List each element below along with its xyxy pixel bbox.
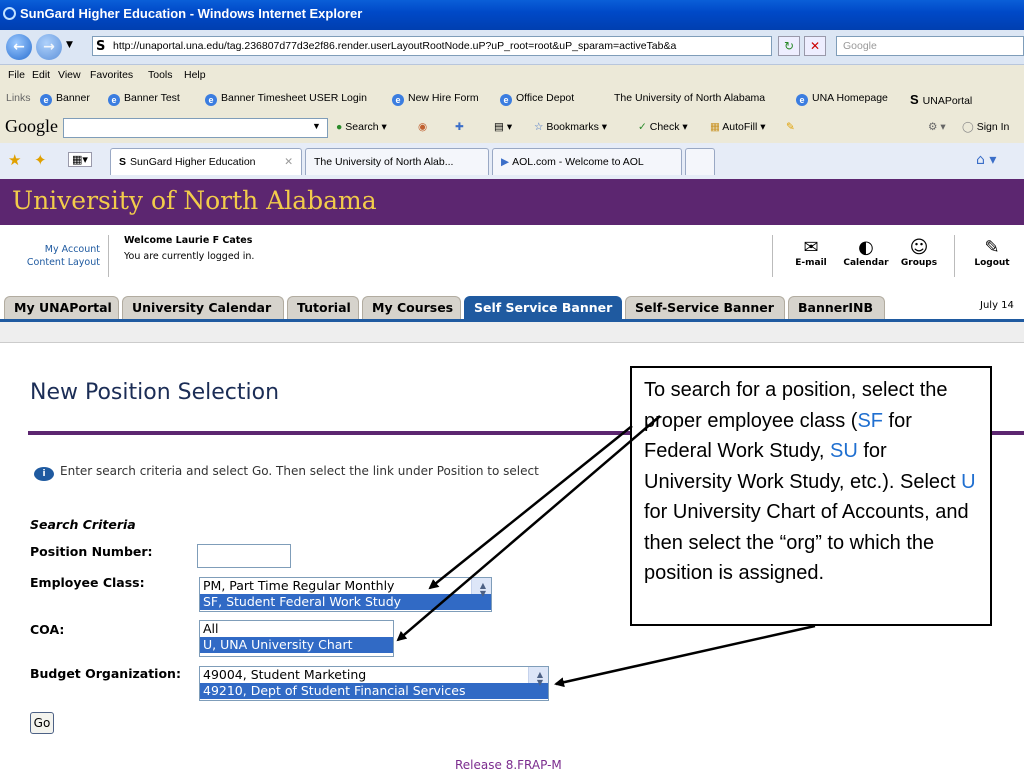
callout-arrows bbox=[396, 415, 816, 688]
arrow-to-coa bbox=[396, 415, 661, 642]
release-link[interactable]: Release 8.FRAP-M bbox=[455, 758, 562, 772]
arrow-to-budget-org bbox=[554, 624, 816, 688]
arrow-to-employee-class bbox=[428, 425, 633, 590]
